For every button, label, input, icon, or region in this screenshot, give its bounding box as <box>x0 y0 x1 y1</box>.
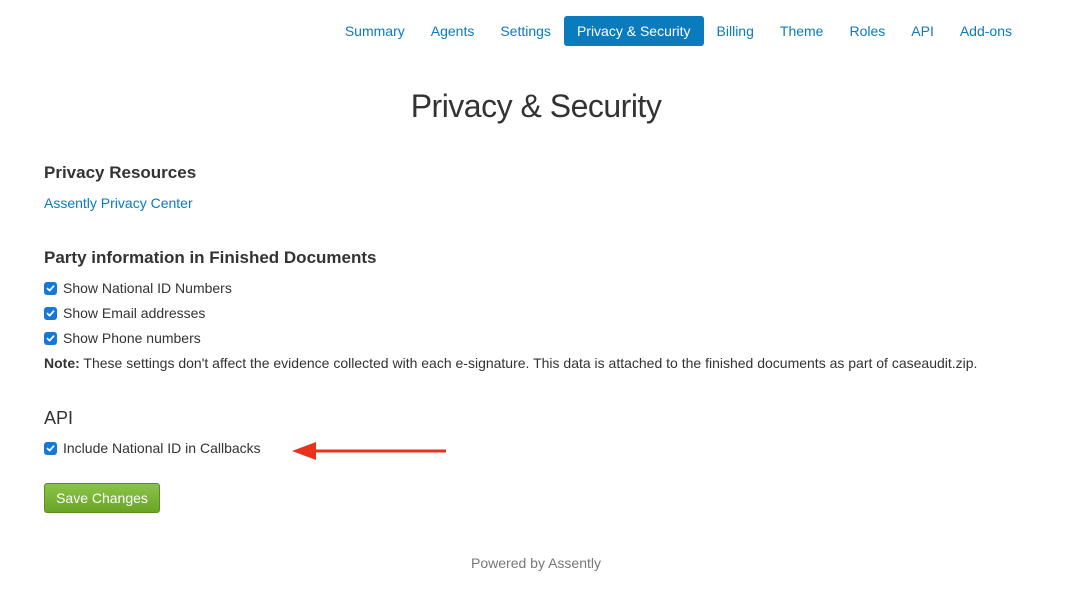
top-nav: Summary Agents Settings Privacy & Securi… <box>332 16 1025 46</box>
nav-roles[interactable]: Roles <box>836 16 898 46</box>
show-national-id-checkbox[interactable] <box>44 281 57 295</box>
checkmark-icon <box>46 309 55 316</box>
include-national-id-label: Include National ID in Callbacks <box>63 440 261 456</box>
include-national-id-option[interactable]: Include National ID in Callbacks <box>44 440 261 456</box>
party-info-note: Note: These settings don't affect the ev… <box>44 355 977 371</box>
footer-powered-by: Powered by Assently <box>471 555 601 571</box>
page-title: Privacy & Security <box>410 88 662 124</box>
red-arrow-left-icon <box>292 442 446 460</box>
privacy-resources-heading: Privacy Resources <box>44 163 197 182</box>
checkmark-icon <box>46 444 55 451</box>
save-changes-button[interactable]: Save Changes <box>44 483 160 513</box>
nav-privacy-security[interactable]: Privacy & Security <box>563 16 704 46</box>
show-phone-option[interactable]: Show Phone numbers <box>44 330 201 346</box>
nav-settings[interactable]: Settings <box>487 16 564 46</box>
checkmark-icon <box>46 334 55 341</box>
nav-summary[interactable]: Summary <box>332 16 418 46</box>
nav-theme[interactable]: Theme <box>767 16 837 46</box>
show-phone-label: Show Phone numbers <box>63 330 201 346</box>
show-email-label: Show Email addresses <box>63 305 206 321</box>
nav-api[interactable]: API <box>898 16 947 46</box>
note-text: These settings don't affect the evidence… <box>79 355 978 371</box>
nav-add-ons[interactable]: Add-ons <box>947 16 1025 46</box>
show-phone-checkbox[interactable] <box>44 331 57 345</box>
privacy-center-link[interactable]: Assently Privacy Center <box>44 195 193 211</box>
checkmark-icon <box>46 284 55 291</box>
note-label: Note: <box>44 355 80 371</box>
include-national-id-checkbox[interactable] <box>44 441 57 455</box>
show-national-id-option[interactable]: Show National ID Numbers <box>44 280 232 296</box>
show-email-option[interactable]: Show Email addresses <box>44 305 205 321</box>
nav-agents[interactable]: Agents <box>418 16 488 46</box>
show-email-checkbox[interactable] <box>44 306 57 320</box>
nav-billing[interactable]: Billing <box>704 16 767 46</box>
api-heading: API <box>44 408 74 428</box>
party-info-heading: Party information in Finished Documents <box>44 248 377 267</box>
show-national-id-label: Show National ID Numbers <box>63 280 232 296</box>
